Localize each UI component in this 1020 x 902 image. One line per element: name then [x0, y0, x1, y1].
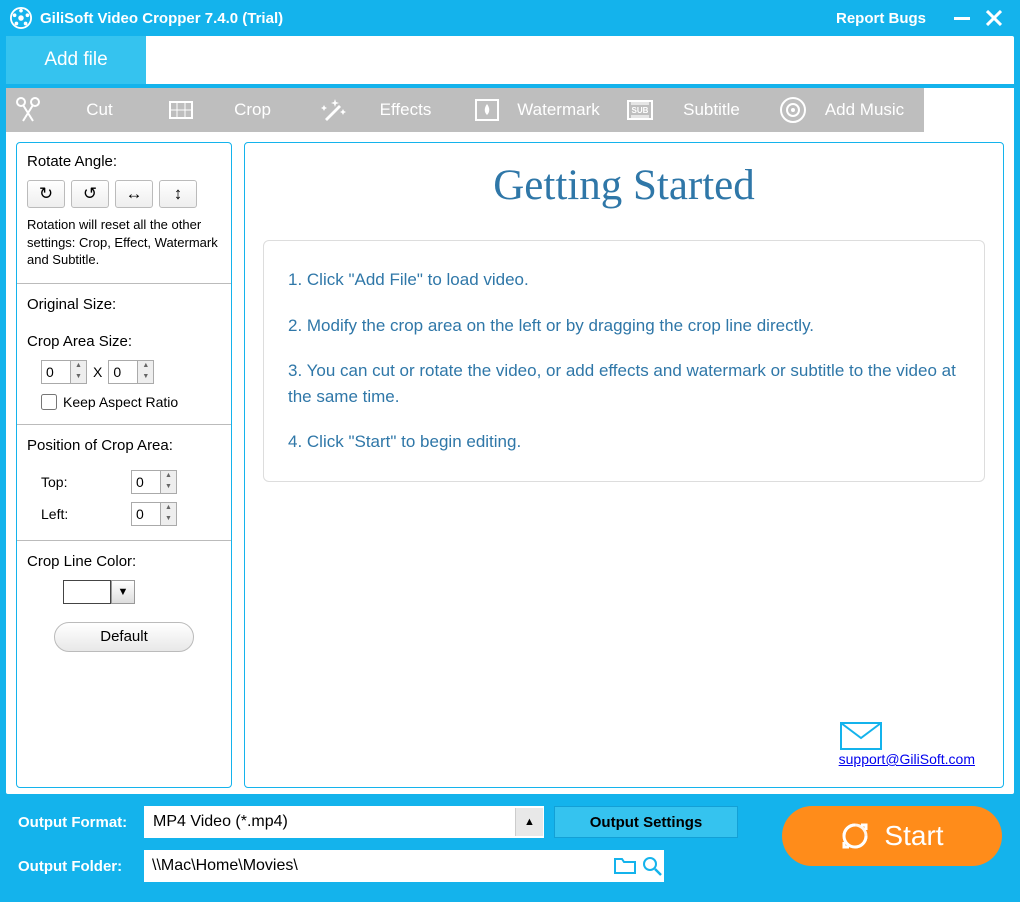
refresh-icon — [840, 821, 870, 851]
window-title: GiliSoft Video Cropper 7.4.0 (Trial) — [40, 10, 283, 27]
open-folder-icon[interactable] — [642, 856, 662, 876]
flip-vertical-button[interactable]: ↕ — [159, 180, 197, 208]
tab-label: Subtitle — [662, 100, 771, 120]
color-dropdown-button[interactable]: ▼ — [111, 580, 135, 604]
add-file-button[interactable]: Add file — [6, 36, 146, 84]
keep-aspect-row[interactable]: Keep Aspect Ratio — [41, 394, 221, 410]
crop-width-input[interactable] — [42, 361, 70, 383]
tab-label: Watermark — [509, 100, 618, 120]
content-area: Add file Cut Crop Effects Watermark SUB … — [6, 36, 1014, 794]
report-bugs-link[interactable]: Report Bugs — [836, 10, 926, 27]
tabs-row: Cut Crop Effects Watermark SUB Subtitle … — [6, 88, 1014, 132]
app-logo-icon — [10, 7, 32, 29]
default-button[interactable]: Default — [54, 622, 194, 652]
subtitle-icon: SUB — [618, 88, 662, 132]
output-format-dropdown[interactable]: MP4 Video (*.mp4) ▲ — [144, 806, 544, 838]
minimize-button[interactable] — [946, 2, 978, 34]
start-button[interactable]: Start — [782, 806, 1002, 866]
start-button-label: Start — [884, 820, 943, 852]
chevron-up-icon[interactable]: ▲ — [515, 808, 543, 836]
bottom-bar: Output Format: MP4 Video (*.mp4) ▲ Outpu… — [0, 794, 1020, 882]
tab-subtitle[interactable]: SUB Subtitle — [618, 88, 771, 132]
left-input[interactable] — [132, 503, 160, 525]
svg-text:SUB: SUB — [632, 106, 649, 115]
gs-step-4: 4. Click "Start" to begin editing. — [288, 429, 960, 455]
rotate-angle-label: Rotate Angle: — [27, 153, 221, 170]
watermark-icon — [465, 88, 509, 132]
tab-effects[interactable]: Effects — [312, 88, 465, 132]
music-icon — [771, 88, 815, 132]
output-folder-input[interactable] — [144, 850, 664, 882]
support-email-link[interactable]: support@GiliSoft.com — [839, 751, 975, 767]
topbar: Add file — [6, 36, 1014, 88]
gs-step-2: 2. Modify the crop area on the left or b… — [288, 313, 960, 339]
effects-icon — [312, 88, 356, 132]
mail-icon — [839, 721, 975, 751]
crop-height-stepper[interactable]: ▲▼ — [108, 360, 154, 384]
flip-horizontal-button[interactable]: ↔ — [115, 180, 153, 208]
x-separator: X — [93, 364, 102, 380]
tab-label: Crop — [203, 100, 312, 120]
color-swatch[interactable] — [63, 580, 111, 604]
tab-label: Effects — [356, 100, 465, 120]
crop-icon — [159, 88, 203, 132]
rotate-note: Rotation will reset all the other settin… — [27, 216, 221, 269]
crop-area-size-label: Crop Area Size: — [27, 333, 221, 350]
gs-step-3: 3. You can cut or rotate the video, or a… — [288, 358, 960, 409]
original-size-label: Original Size: — [27, 296, 221, 313]
tab-label: Cut — [50, 100, 159, 120]
position-label: Position of Crop Area: — [27, 437, 221, 454]
rotate-cw-button[interactable]: ↻ — [27, 180, 65, 208]
keep-aspect-label: Keep Aspect Ratio — [63, 394, 178, 410]
left-label: Left: — [41, 506, 131, 522]
top-label: Top: — [41, 474, 131, 490]
getting-started-title: Getting Started — [263, 161, 985, 210]
output-format-label: Output Format: — [18, 814, 134, 831]
keep-aspect-checkbox[interactable] — [41, 394, 57, 410]
tab-add-music[interactable]: Add Music — [771, 88, 924, 132]
tab-label: Add Music — [815, 100, 924, 120]
browse-folder-icon[interactable] — [614, 856, 636, 876]
close-button[interactable] — [978, 2, 1010, 34]
left-stepper[interactable]: ▲▼ — [131, 502, 177, 526]
crop-width-stepper[interactable]: ▲▼ — [41, 360, 87, 384]
gs-step-1: 1. Click "Add File" to load video. — [288, 267, 960, 293]
top-input[interactable] — [132, 471, 160, 493]
crop-line-color-label: Crop Line Color: — [27, 553, 221, 570]
tab-watermark[interactable]: Watermark — [465, 88, 618, 132]
output-format-value: MP4 Video (*.mp4) — [153, 813, 515, 831]
output-settings-button[interactable]: Output Settings — [554, 806, 738, 838]
cut-icon — [6, 88, 50, 132]
side-panel: Rotate Angle: ↻ ↺ ↔ ↕ Rotation will rese… — [16, 142, 232, 788]
rotate-ccw-button[interactable]: ↺ — [71, 180, 109, 208]
crop-height-input[interactable] — [109, 361, 137, 383]
preview-panel: Getting Started 1. Click "Add File" to l… — [244, 142, 1004, 788]
getting-started-box: 1. Click "Add File" to load video. 2. Mo… — [263, 240, 985, 482]
tab-cut[interactable]: Cut — [6, 88, 159, 132]
output-folder-label: Output Folder: — [18, 858, 134, 875]
titlebar: GiliSoft Video Cropper 7.4.0 (Trial) Rep… — [0, 0, 1020, 36]
support-area: support@GiliSoft.com — [839, 721, 975, 769]
tab-crop[interactable]: Crop — [159, 88, 312, 132]
top-stepper[interactable]: ▲▼ — [131, 470, 177, 494]
